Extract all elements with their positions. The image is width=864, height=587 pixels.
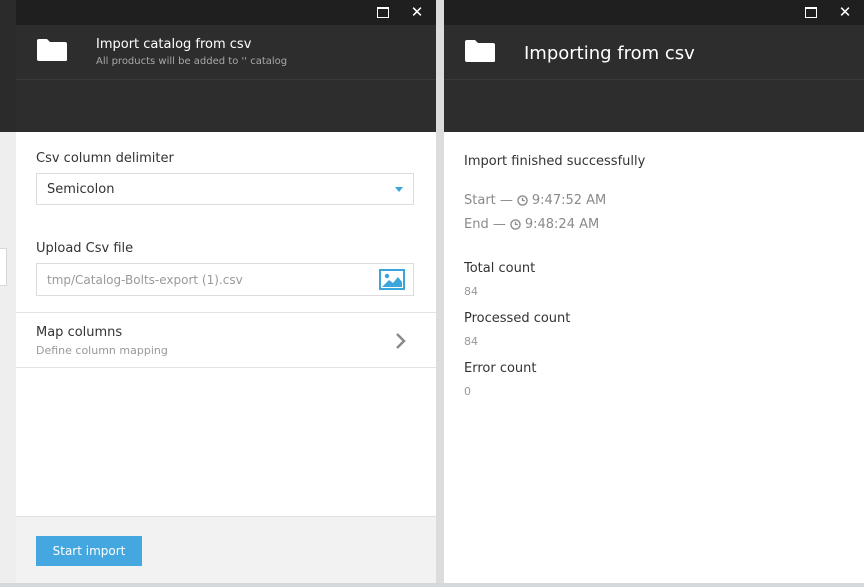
blade-title: Import catalog from csv [96, 37, 252, 52]
delimiter-label: Csv column delimiter [36, 151, 174, 166]
folder-icon [37, 39, 67, 61]
delimiter-value: Semicolon [47, 182, 115, 197]
upload-label: Upload Csv file [36, 241, 134, 256]
start-import-button[interactable]: Start import [36, 536, 142, 566]
total-count-label: Total count [464, 261, 536, 276]
background-field [0, 248, 7, 286]
background-app [0, 0, 16, 587]
blade-title: Importing from csv [524, 43, 695, 64]
upload-file-input[interactable]: tmp/Catalog-Bolts-export (1).csv [36, 263, 414, 296]
end-time: End — 9:48:24 AM [464, 217, 599, 232]
total-count-value: 84 [464, 285, 478, 298]
end-time-value: 9:48:24 AM [524, 217, 600, 232]
import-status: Import finished successfully [464, 154, 646, 169]
delimiter-select[interactable]: Semicolon [36, 173, 414, 205]
import-catalog-blade: ✕ Import catalog from csv All products w… [16, 0, 436, 583]
maximize-button[interactable] [372, 0, 394, 25]
clock-icon [510, 219, 521, 230]
image-icon[interactable] [379, 269, 405, 290]
close-button[interactable]: ✕ [406, 0, 428, 25]
end-label: End — [464, 217, 506, 232]
processed-count-label: Processed count [464, 311, 571, 326]
maximize-button[interactable] [800, 0, 822, 25]
blade-titlebar: ✕ [16, 0, 436, 25]
blade-footer: Start import [16, 516, 436, 583]
close-icon: ✕ [838, 3, 852, 21]
processed-count-value: 84 [464, 335, 478, 348]
maximize-icon [377, 7, 389, 18]
blade-titlebar: ✕ [444, 0, 864, 25]
maximize-icon [805, 7, 817, 18]
clock-icon [517, 195, 528, 206]
error-count-value: 0 [464, 385, 471, 398]
chevron-right-icon [396, 333, 406, 349]
background-bottom [0, 583, 864, 587]
error-count-label: Error count [464, 361, 537, 376]
start-time-value: 9:47:52 AM [531, 193, 607, 208]
blade-header: Importing from csv [444, 25, 864, 132]
start-label: Start — [464, 193, 513, 208]
folder-icon [465, 40, 495, 62]
map-columns-row[interactable]: Map columns Define column mapping [16, 312, 436, 368]
upload-file-value: tmp/Catalog-Bolts-export (1).csv [47, 273, 243, 287]
import-progress-blade: ✕ Importing from csv Import finished suc… [444, 0, 864, 583]
start-time: Start — 9:47:52 AM [464, 193, 606, 208]
close-icon: ✕ [410, 3, 424, 21]
close-button[interactable]: ✕ [834, 0, 856, 25]
blade-gap [436, 0, 444, 587]
map-columns-subtitle: Define column mapping [36, 344, 168, 357]
blade-subtitle: All products will be added to '' catalog [96, 56, 288, 67]
map-columns-title: Map columns [36, 325, 123, 340]
caret-down-icon [395, 187, 403, 192]
blade-header: Import catalog from csv All products wil… [16, 25, 436, 132]
